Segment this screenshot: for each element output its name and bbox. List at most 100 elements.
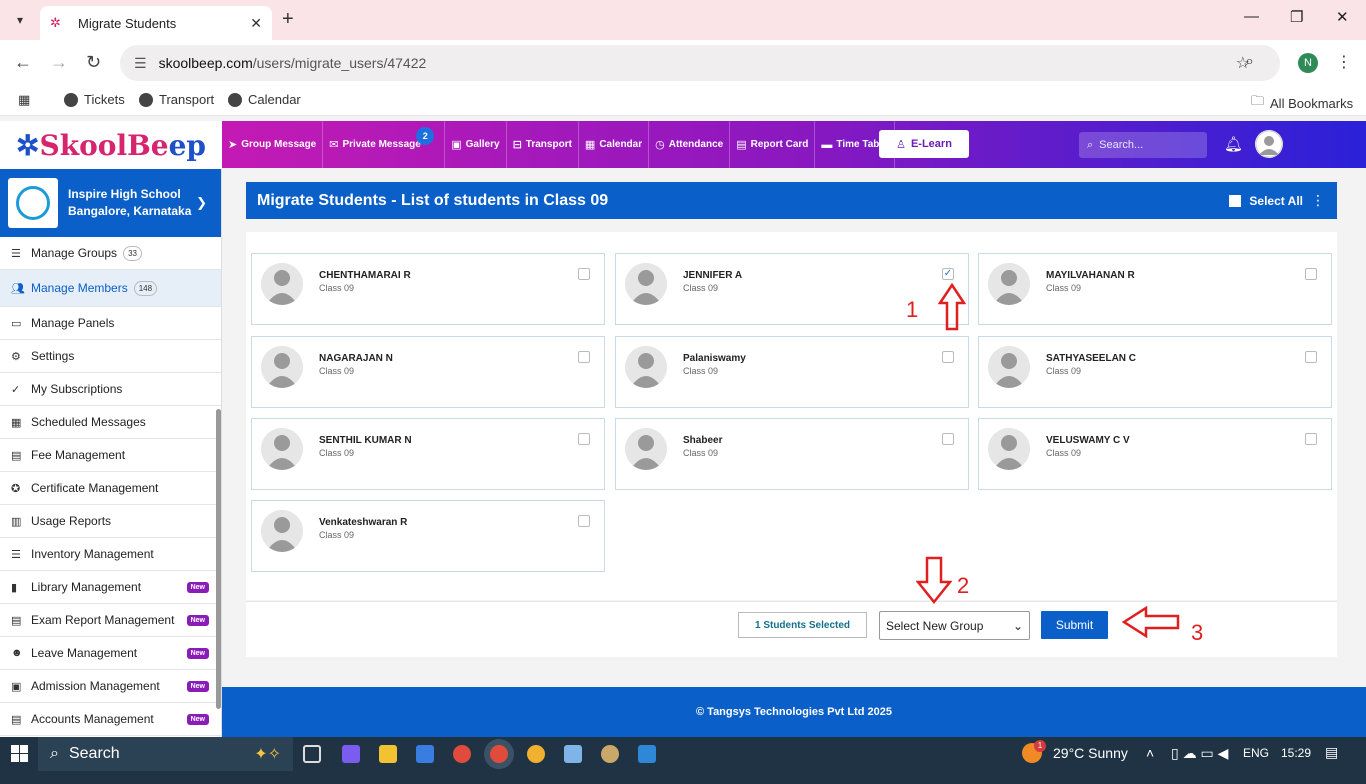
student-class: Class 09	[319, 283, 355, 293]
nav-group-message[interactable]: ➤ Group Message	[222, 121, 324, 168]
apps-grid-icon[interactable]: ▦	[18, 92, 30, 108]
sidebar-scrollbar[interactable]	[216, 409, 221, 709]
student-avatar	[988, 263, 1030, 305]
nav-transport[interactable]: ⊟ Transport	[507, 121, 579, 168]
weather-text[interactable]: 29°C Sunny	[1053, 745, 1128, 761]
chrome-profile-icon[interactable]	[527, 745, 545, 763]
select-all-checkbox[interactable]: Select All	[1229, 194, 1303, 208]
system-tray-icons[interactable]: ▯ ☁ ▭ ◀	[1171, 745, 1228, 762]
nav-private-message[interactable]: ✉ Private Message 2	[323, 121, 446, 168]
student-card[interactable]: SATHYASEELAN C Class 09	[978, 336, 1332, 408]
sidebar-item-accounts-management[interactable]: ▤ Accounts Management New	[0, 703, 221, 736]
school-switcher[interactable]: Inspire High School Bangalore, Karnataka…	[0, 169, 221, 237]
store-icon[interactable]	[416, 745, 434, 763]
sidebar-item-leave-management[interactable]: ☻ Leave Management New	[0, 637, 221, 670]
browser-tab[interactable]: ✲ Migrate Students ✕	[40, 6, 272, 40]
sidebar-item-scheduled-messages[interactable]: ▦ Scheduled Messages	[0, 406, 221, 439]
sidebar-item-admission-management[interactable]: ▣ Admission Management New	[0, 670, 221, 703]
back-icon[interactable]: ←	[14, 52, 32, 73]
sidebar-item-manage-panels[interactable]: ▭ Manage Panels	[0, 307, 221, 340]
new-group-select[interactable]: Select New Group ⌄	[879, 611, 1030, 640]
sidebar-item-fee-management[interactable]: ▤ Fee Management	[0, 439, 221, 472]
sidebar-item-usage-reports[interactable]: ▥ Usage Reports	[0, 505, 221, 538]
profile-avatar[interactable]: N	[1298, 53, 1318, 73]
student-checkbox[interactable]	[1305, 351, 1317, 363]
student-checkbox[interactable]	[1305, 433, 1317, 445]
sidebar-item-my-subscriptions[interactable]: ✓ My Subscriptions	[0, 373, 221, 406]
language-indicator[interactable]: ENG	[1243, 746, 1269, 760]
student-checkbox[interactable]	[942, 433, 954, 445]
task-view-icon[interactable]	[303, 745, 321, 763]
sidebar-item-manage-members[interactable]: 👥︎ Manage Members 148	[0, 270, 221, 307]
student-card[interactable]: MAYILVAHANAN R Class 09	[978, 253, 1332, 325]
sidebar-item-settings[interactable]: ⚙ Settings	[0, 340, 221, 373]
nav-attendance[interactable]: ◷ Attendance	[649, 121, 731, 168]
new-tab-icon[interactable]: +	[282, 8, 294, 31]
bell-icon[interactable]: 🔔︎	[1224, 135, 1243, 153]
paint-icon[interactable]	[601, 745, 619, 763]
url-field[interactable]: ☰ skoolbeep.com/users/migrate_users/4742…	[120, 45, 1280, 81]
user-avatar[interactable]	[1255, 130, 1283, 158]
nav-gallery[interactable]: ▣ Gallery	[445, 121, 507, 168]
all-bookmarks[interactable]: 🗀 All Bookmarks	[1251, 92, 1353, 114]
bookmark-calendar[interactable]: Calendar	[228, 92, 301, 107]
windows-start-icon[interactable]	[11, 745, 28, 762]
more-options-icon[interactable]: ⋮	[1311, 192, 1325, 209]
taskbar-search-label: Search	[68, 745, 120, 762]
window-close-icon[interactable]: ✕	[1336, 8, 1349, 26]
student-card[interactable]: Palaniswamy Class 09	[615, 336, 969, 408]
student-card[interactable]: SENTHIL KUMAR N Class 09	[251, 418, 605, 490]
users-icon: 👥︎	[11, 282, 25, 295]
sidebar-item-certificate-management[interactable]: ✪ Certificate Management	[0, 472, 221, 505]
notepad-icon[interactable]	[564, 745, 582, 763]
browser-menu-icon[interactable]: ⋮	[1336, 52, 1352, 72]
url-host: skoolbeep.com	[158, 55, 253, 71]
sidebar-item-library-management[interactable]: ▮ Library Management New	[0, 571, 221, 604]
address-bar-row: ← → ↻ ☰ skoolbeep.com/users/migrate_user…	[0, 40, 1366, 86]
clock[interactable]: 15:29	[1281, 746, 1311, 760]
close-tab-icon[interactable]: ✕	[250, 15, 262, 32]
bookmark-star-icon[interactable]: ☆	[1236, 53, 1266, 73]
file-explorer-icon[interactable]	[379, 745, 397, 763]
sidebar-item-inventory-management[interactable]: ☰ Inventory Management	[0, 538, 221, 571]
student-card[interactable]: Venkateshwaran R Class 09	[251, 500, 605, 572]
student-checkbox-checked[interactable]: ✓	[942, 268, 954, 280]
student-card[interactable]: VELUSWAMY C V Class 09	[978, 418, 1332, 490]
bus-icon: ⊟	[512, 139, 522, 151]
restore-icon[interactable]: ❐	[1290, 8, 1303, 26]
sidebar-item-exam-report-management[interactable]: ▤ Exam Report Management New	[0, 604, 221, 637]
student-checkbox[interactable]	[1305, 268, 1317, 280]
nav-report-card[interactable]: ▤ Report Card	[730, 121, 816, 168]
photos-icon[interactable]	[638, 745, 656, 763]
search-input[interactable]: ⌕ Search...	[1079, 132, 1207, 158]
student-checkbox[interactable]	[578, 433, 590, 445]
chevron-up-icon[interactable]: ˄	[1146, 745, 1154, 761]
skoolbeep-logo[interactable]: ✲SkoolBeep	[0, 121, 222, 169]
reload-icon[interactable]: ↻	[86, 52, 101, 73]
bookmark-transport[interactable]: Transport	[139, 92, 214, 107]
student-card[interactable]: Shabeer Class 09	[615, 418, 969, 490]
new-badge: New	[186, 647, 209, 659]
minimize-icon[interactable]: —	[1244, 8, 1259, 25]
elearn-button[interactable]: ♙ E-Learn	[879, 130, 969, 158]
tab-search-chevron-icon[interactable]: ▾	[8, 8, 32, 32]
copilot-icon[interactable]	[342, 745, 360, 763]
submit-button[interactable]: Submit	[1041, 611, 1108, 639]
forward-icon[interactable]: →	[50, 52, 68, 73]
chrome-active-icon[interactable]	[490, 745, 508, 763]
calendar-icon: ▦	[584, 139, 596, 151]
student-card[interactable]: NAGARAJAN N Class 09	[251, 336, 605, 408]
chrome-icon[interactable]	[453, 745, 471, 763]
student-checkbox[interactable]	[578, 268, 590, 280]
sidebar-item-label: Scheduled Messages	[31, 415, 146, 429]
sidebar-item-manage-groups[interactable]: ☰ Manage Groups 33	[0, 237, 221, 270]
nav-calendar[interactable]: ▦ Calendar	[579, 121, 650, 168]
bookmark-tickets[interactable]: Tickets	[64, 92, 125, 107]
student-checkbox[interactable]	[578, 515, 590, 527]
student-card[interactable]: CHENTHAMARAI R Class 09	[251, 253, 605, 325]
site-info-icon[interactable]: ☰	[134, 55, 147, 72]
student-checkbox[interactable]	[942, 351, 954, 363]
taskbar-search[interactable]: ⌕ Search ✦✧	[38, 737, 293, 771]
notifications-icon[interactable]: ▤	[1325, 744, 1338, 761]
student-checkbox[interactable]	[578, 351, 590, 363]
